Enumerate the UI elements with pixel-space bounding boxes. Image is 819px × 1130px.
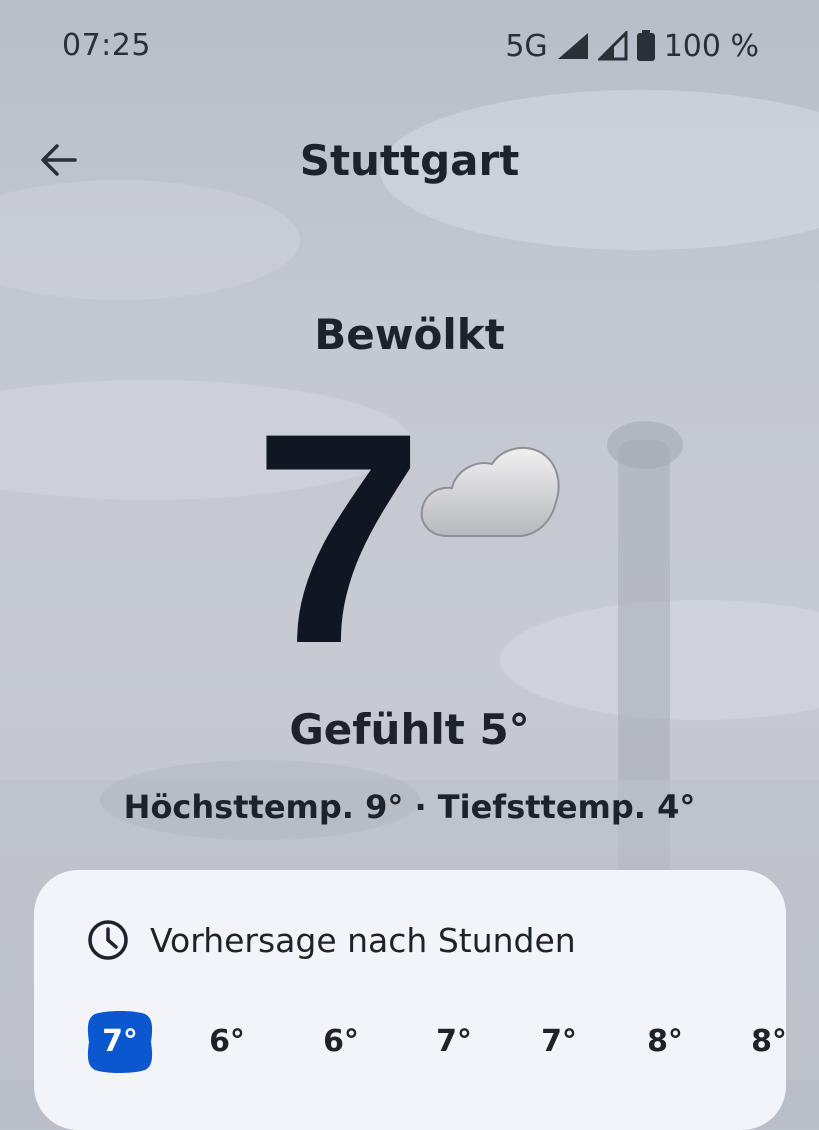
current-temperature: 7 (253, 370, 424, 706)
cloud-icon (420, 447, 560, 537)
hour-temp[interactable]: 8° (734, 1010, 804, 1074)
status-time: 07:25 (62, 28, 151, 63)
signal-icon-secondary (597, 31, 628, 61)
hour-temp[interactable]: 7° (419, 1010, 489, 1074)
hourly-forecast-card[interactable]: Vorhersage nach Stunden 7° 6° 6° 7° 7° 8… (34, 870, 787, 1130)
card-header: Vorhersage nach Stunden (86, 918, 576, 962)
status-bar: 07:25 5G 100 % (0, 0, 819, 92)
clock-icon (88, 920, 128, 960)
hour-temp-current[interactable]: 7° (85, 1010, 155, 1074)
hour-temp[interactable]: 7° (524, 1010, 594, 1074)
hour-temp[interactable]: 6° (306, 1010, 376, 1074)
battery-level: 100 % (663, 28, 759, 64)
hour-temp[interactable]: 8° (630, 1010, 700, 1074)
top-app-bar: Stuttgart (0, 110, 819, 210)
hourly-temps-row: 7° 6° 6° 7° 7° 8° 8° (34, 1010, 787, 1080)
status-indicators: 5G 100 % (505, 28, 759, 64)
network-type: 5G (505, 28, 548, 64)
hour-temp[interactable]: 6° (192, 1010, 262, 1074)
city-title: Stuttgart (299, 136, 520, 185)
weather-condition: Bewölkt (314, 310, 505, 359)
battery-icon (636, 30, 655, 61)
signal-icon (557, 33, 588, 59)
feels-like: Gefühlt 5° (289, 705, 530, 754)
card-title: Vorhersage nach Stunden (150, 920, 576, 960)
high-low-temps: Höchsttemp. 9° · Tiefsttemp. 4° (123, 788, 696, 826)
